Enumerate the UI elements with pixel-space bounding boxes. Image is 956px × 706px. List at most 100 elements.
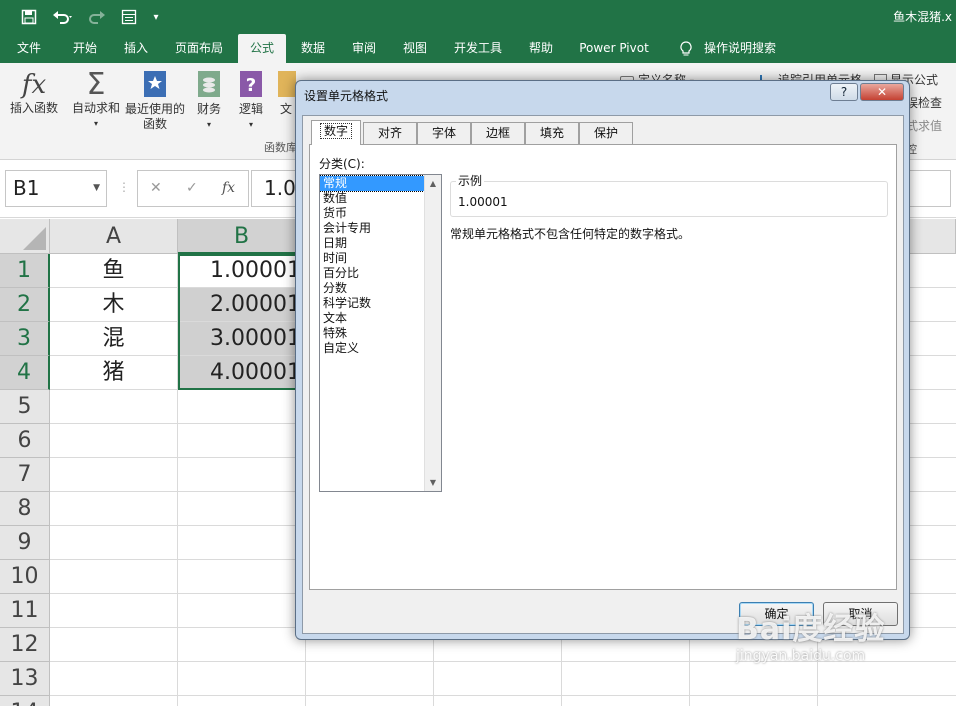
cell-b1[interactable]: 1.00001 xyxy=(178,254,306,288)
category-scientific[interactable]: 科学记数 xyxy=(320,296,424,311)
row-header-12[interactable]: 12 xyxy=(0,628,50,662)
tab-help[interactable]: 帮助 xyxy=(520,34,562,63)
autosum-button[interactable]: Σ 自动求和 ▾ xyxy=(70,69,122,131)
row-header-13[interactable]: 13 xyxy=(0,662,50,696)
text-functions-button[interactable]: 文 xyxy=(276,69,296,117)
chevron-down-icon[interactable]: ▼ xyxy=(93,171,100,206)
tab-developer[interactable]: 开发工具 xyxy=(446,34,510,63)
column-header-b[interactable]: B xyxy=(178,219,306,254)
cell-b3[interactable]: 3.00001 xyxy=(178,322,306,356)
tab-page-layout[interactable]: 页面布局 xyxy=(164,34,234,63)
format-cells-dialog: 设置单元格格式 ? ✕ 数字 对齐 字体 边框 填充 保护 分类(C): 常规 … xyxy=(295,80,910,640)
dialog-title: 设置单元格格式 xyxy=(304,89,389,103)
row-header-5[interactable]: 5 xyxy=(0,390,50,424)
name-box[interactable]: B1 ▼ xyxy=(5,170,107,207)
title-bar: ▾ 鱼木混猪.x xyxy=(0,0,956,34)
close-button[interactable]: ✕ xyxy=(860,83,904,101)
star-book-icon xyxy=(124,69,186,102)
row-header-4[interactable]: 4 xyxy=(0,356,50,390)
cancel-entry-icon[interactable]: ✕ xyxy=(150,180,162,196)
category-listbox[interactable]: 常规 数值 货币 会计专用 日期 时间 百分比 分数 科学记数 文本 特殊 自定… xyxy=(319,174,442,492)
category-scrollbar[interactable]: ▲ ▼ xyxy=(424,175,441,491)
ribbon-tabs: 文件 开始 插入 页面布局 公式 数据 审阅 视图 开发工具 帮助 Power … xyxy=(0,34,956,63)
row-header-11[interactable]: 11 xyxy=(0,594,50,628)
cell-b2[interactable]: 2.00001 xyxy=(178,288,306,322)
row-header-7[interactable]: 7 xyxy=(0,458,50,492)
chevron-down-icon: ▾ xyxy=(93,119,98,128)
financial-icon xyxy=(192,69,226,102)
tab-number[interactable]: 数字 xyxy=(311,120,361,145)
tab-power-pivot[interactable]: Power Pivot xyxy=(574,34,654,63)
cell-a3[interactable]: 混 xyxy=(50,322,178,356)
row-header-2[interactable]: 2 xyxy=(0,288,50,322)
row-header-6[interactable]: 6 xyxy=(0,424,50,458)
category-accounting[interactable]: 会计专用 xyxy=(320,221,424,236)
cancel-button[interactable]: 取消 xyxy=(823,602,898,626)
category-time[interactable]: 时间 xyxy=(320,251,424,266)
number-tab-panel: 分类(C): 常规 数值 货币 会计专用 日期 时间 百分比 分数 科学记数 文… xyxy=(309,144,897,590)
row-header-14[interactable]: 14 xyxy=(0,696,50,706)
form-icon[interactable] xyxy=(118,7,140,27)
tab-border[interactable]: 边框 xyxy=(471,122,525,144)
logical-button[interactable]: ? 逻辑 ▾ xyxy=(234,69,268,132)
cell-a2[interactable]: 木 xyxy=(50,288,178,322)
category-percentage[interactable]: 百分比 xyxy=(320,266,424,281)
evaluate-formula-button[interactable]: 式求值 xyxy=(906,117,942,134)
fx-icon: fx xyxy=(21,70,47,100)
sample-label: 示例 xyxy=(456,172,485,189)
chevron-down-icon: ▾ xyxy=(206,120,211,129)
category-fraction[interactable]: 分数 xyxy=(320,281,424,296)
undo-icon[interactable] xyxy=(48,7,78,27)
save-icon[interactable] xyxy=(18,7,40,27)
customize-qat-icon[interactable]: ▾ xyxy=(148,7,164,27)
category-currency[interactable]: 货币 xyxy=(320,206,424,221)
sigma-icon: Σ xyxy=(86,67,106,102)
tab-formulas[interactable]: 公式 xyxy=(238,34,286,63)
recently-used-button[interactable]: 最近使用的 函数 xyxy=(124,69,186,132)
category-special[interactable]: 特殊 xyxy=(320,326,424,341)
drag-handle-icon[interactable]: ⋮ xyxy=(118,180,130,194)
row-header-10[interactable]: 10 xyxy=(0,560,50,594)
category-text[interactable]: 文本 xyxy=(320,311,424,326)
redo-icon[interactable] xyxy=(84,7,114,27)
cell-a1[interactable]: 鱼 xyxy=(50,254,178,288)
select-all-corner[interactable] xyxy=(0,219,50,254)
financial-button[interactable]: 财务 ▾ xyxy=(192,69,226,132)
scroll-up-icon[interactable]: ▲ xyxy=(425,175,441,192)
category-number[interactable]: 数值 xyxy=(320,191,424,206)
tab-review[interactable]: 审阅 xyxy=(340,34,388,63)
category-date[interactable]: 日期 xyxy=(320,236,424,251)
scroll-down-icon[interactable]: ▼ xyxy=(425,474,441,491)
tab-view[interactable]: 视图 xyxy=(392,34,438,63)
row-header-3[interactable]: 3 xyxy=(0,322,50,356)
tab-file[interactable]: 文件 xyxy=(4,34,54,63)
tab-font[interactable]: 字体 xyxy=(417,122,471,144)
tab-alignment[interactable]: 对齐 xyxy=(363,122,417,144)
cell-b4[interactable]: 4.00001 xyxy=(178,356,306,390)
ok-button[interactable]: 确定 xyxy=(739,602,814,626)
tab-protection[interactable]: 保护 xyxy=(579,122,633,144)
document-title: 鱼木混猪.x xyxy=(893,10,952,24)
category-custom[interactable]: 自定义 xyxy=(320,341,424,356)
text-book-icon xyxy=(276,69,296,102)
tab-insert[interactable]: 插入 xyxy=(112,34,160,63)
insert-function-icon[interactable]: fx xyxy=(222,180,235,196)
question-book-icon: ? xyxy=(234,69,268,102)
tell-me-search[interactable]: 操作说明搜索 xyxy=(700,34,780,63)
tab-data[interactable]: 数据 xyxy=(290,34,336,63)
confirm-entry-icon[interactable]: ✓ xyxy=(186,180,198,196)
category-general[interactable]: 常规 xyxy=(320,175,425,192)
row-header-8[interactable]: 8 xyxy=(0,492,50,526)
tab-home[interactable]: 开始 xyxy=(60,34,110,63)
column-header-a[interactable]: A xyxy=(50,219,178,254)
format-description: 常规单元格格式不包含任何特定的数字格式。 xyxy=(450,227,691,241)
insert-function-button[interactable]: fx 插入函数 xyxy=(6,69,62,116)
function-library-group-label: 函数库 xyxy=(264,141,297,154)
tab-fill[interactable]: 填充 xyxy=(525,122,579,144)
name-box-value: B1 xyxy=(13,176,40,200)
help-button[interactable]: ? xyxy=(830,83,858,101)
error-checking-button[interactable]: 误检查 xyxy=(906,94,942,111)
row-header-9[interactable]: 9 xyxy=(0,526,50,560)
cell-a4[interactable]: 猪 xyxy=(50,356,178,390)
row-header-1[interactable]: 1 xyxy=(0,254,50,288)
